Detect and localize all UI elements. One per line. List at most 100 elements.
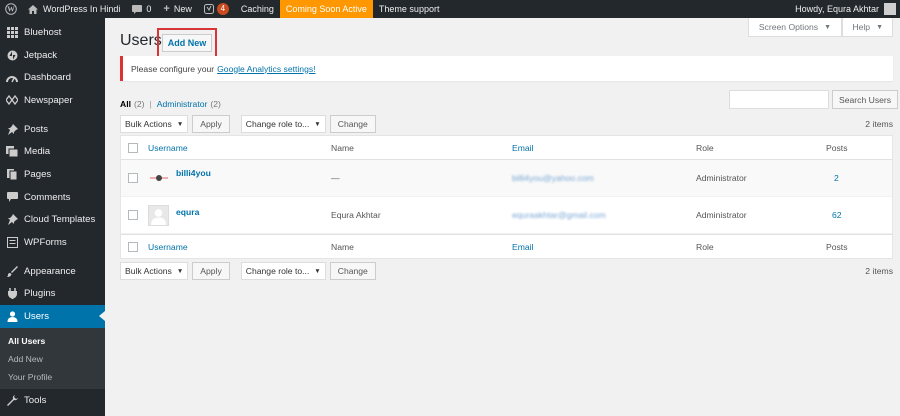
apply-button[interactable]: Apply [192, 115, 230, 133]
sidebar-item-posts[interactable]: Posts [0, 118, 105, 141]
table-row: equra Equra Akhtar equraakhtar@gmail.com… [121, 197, 892, 234]
change-role-select[interactable]: Change role to... ▼ [240, 262, 326, 280]
pin-icon [6, 123, 18, 135]
submenu-your-profile[interactable]: Your Profile [0, 368, 105, 386]
site-name-link[interactable]: WordPress In Hindi [22, 0, 126, 18]
add-new-highlight: Add New [157, 28, 217, 58]
sidebar-item-dashboard[interactable]: Dashboard [0, 66, 105, 89]
screen-options-button[interactable]: Screen Options ▼ [747, 18, 842, 37]
dashboard-icon [6, 72, 18, 84]
user-email-link[interactable]: billi4you@yahoo.com [512, 173, 594, 183]
change-role-button[interactable]: Change [329, 115, 376, 133]
sidebar-item-newspaper[interactable]: Newspaper [0, 89, 105, 112]
select-all-checkbox[interactable] [128, 241, 138, 252]
user-role: Administrator [696, 173, 747, 183]
sidebar-item-plugins[interactable]: Plugins [0, 283, 105, 306]
column-name: Name [331, 241, 354, 252]
forms-icon [6, 237, 18, 249]
grid-icon [6, 26, 18, 38]
comment-bubble-icon [132, 4, 143, 14]
sidebar-item-bluehost[interactable]: Bluehost [0, 21, 105, 44]
username-link[interactable]: billi4you [176, 168, 211, 178]
updates-link[interactable]: 4 [198, 0, 235, 18]
account-avatar [884, 3, 896, 15]
column-name: Name [331, 142, 354, 153]
user-posts-link[interactable]: 62 [832, 210, 842, 220]
caret-down-icon: ▼ [314, 267, 321, 275]
column-role: Role [696, 142, 714, 153]
user-posts-link[interactable]: 2 [834, 173, 839, 183]
search-users-button[interactable]: Search Users [832, 90, 899, 109]
row-checkbox[interactable] [128, 173, 138, 183]
media-icon [6, 146, 18, 158]
sidebar-item-tools[interactable]: Tools [0, 389, 105, 412]
column-username[interactable]: Username [148, 143, 188, 153]
user-email-link[interactable]: equraakhtar@gmail.com [512, 210, 606, 220]
table-row: billi4you — billi4you@yahoo.com Administ… [121, 160, 892, 197]
sidebar-item-users[interactable]: Users [0, 305, 105, 328]
sidebar-item-comments[interactable]: Comments [0, 186, 105, 209]
wordpress-logo-icon[interactable]: W [0, 0, 22, 18]
tablenav-top: Bulk Actions ▼ Apply Change role to... ▼ C… [120, 115, 893, 133]
brush-icon [6, 265, 18, 277]
analytics-settings-link[interactable]: Google Analytics settings! [217, 64, 315, 74]
main-content: Screen Options ▼ Help ▼ Users Add New Pl… [105, 18, 900, 416]
howdy-account-link[interactable]: Howdy, Equra Akhtar [789, 0, 900, 18]
user-search-box: Search Users [729, 90, 899, 109]
caret-down-icon: ▼ [176, 267, 184, 275]
select-all-checkbox[interactable] [128, 142, 138, 153]
plug-icon [6, 288, 18, 300]
sidebar-item-wpforms[interactable]: WPForms [0, 231, 105, 254]
filter-all[interactable]: All (2) [120, 99, 145, 109]
tablenav-bottom: Bulk Actions ▼ Apply Change role to... ▼ C… [120, 262, 893, 280]
users-table: Username Name Email Role Posts billi4you… [120, 135, 893, 259]
comment-icon [6, 191, 18, 203]
user-icon [6, 311, 18, 323]
username-link[interactable]: equra [176, 207, 199, 217]
add-new-button[interactable]: Add New [161, 34, 213, 52]
users-submenu: All Users Add New Your Profile [0, 327, 105, 389]
yoast-icon [203, 4, 214, 14]
column-email[interactable]: Email [512, 143, 534, 153]
user-role: Administrator [696, 210, 747, 220]
bulk-actions-select[interactable]: Bulk Actions ▼ [120, 262, 189, 280]
pin-icon [6, 214, 18, 226]
items-count: 2 items [865, 119, 893, 129]
new-content-link[interactable]: + New [157, 0, 197, 18]
caching-link[interactable]: Caching [235, 0, 280, 18]
avatar [148, 168, 169, 189]
help-button[interactable]: Help ▼ [842, 18, 893, 37]
caret-down-icon: ▼ [876, 23, 883, 31]
submenu-add-new[interactable]: Add New [0, 350, 105, 368]
coming-soon-badge[interactable]: Coming Soon Active [279, 0, 373, 18]
user-name: — [331, 173, 340, 183]
column-username[interactable]: Username [148, 242, 188, 252]
caret-down-icon: ▼ [176, 120, 184, 128]
analytics-notice: Please configure your Google Analytics s… [120, 56, 893, 81]
search-users-input[interactable] [729, 90, 829, 109]
comments-link[interactable]: 0 [126, 0, 157, 18]
column-role: Role [696, 241, 714, 252]
items-count: 2 items [865, 266, 893, 276]
change-role-select[interactable]: Change role to... ▼ [240, 115, 326, 133]
plus-icon: + [163, 3, 170, 15]
theme-support-link[interactable]: Theme support [373, 0, 446, 18]
sidebar-item-jetpack[interactable]: Jetpack [0, 44, 105, 67]
sidebar-item-pages[interactable]: Pages [0, 163, 105, 186]
role-filter-links: All (2) | Administrator (2) [120, 99, 221, 109]
sidebar-item-media[interactable]: Media [0, 140, 105, 163]
admin-bar: W WordPress In Hindi 0 + New 4 Caching C… [0, 0, 900, 18]
sidebar-item-appearance[interactable]: Appearance [0, 260, 105, 283]
avatar [148, 204, 169, 226]
bulk-actions-select[interactable]: Bulk Actions ▼ [120, 115, 189, 133]
change-role-button[interactable]: Change [329, 262, 376, 280]
jetpack-icon [6, 49, 18, 61]
admin-sidebar: Bluehost Jetpack Dashboard Newspaper Pos… [0, 18, 105, 416]
column-posts: Posts [826, 241, 848, 252]
apply-button[interactable]: Apply [192, 262, 230, 280]
sidebar-item-cloud-templates[interactable]: Cloud Templates [0, 209, 105, 232]
column-email[interactable]: Email [512, 242, 534, 252]
filter-administrator[interactable]: Administrator (2) [157, 99, 221, 109]
submenu-all-users[interactable]: All Users [0, 332, 105, 350]
row-checkbox[interactable] [128, 210, 138, 220]
